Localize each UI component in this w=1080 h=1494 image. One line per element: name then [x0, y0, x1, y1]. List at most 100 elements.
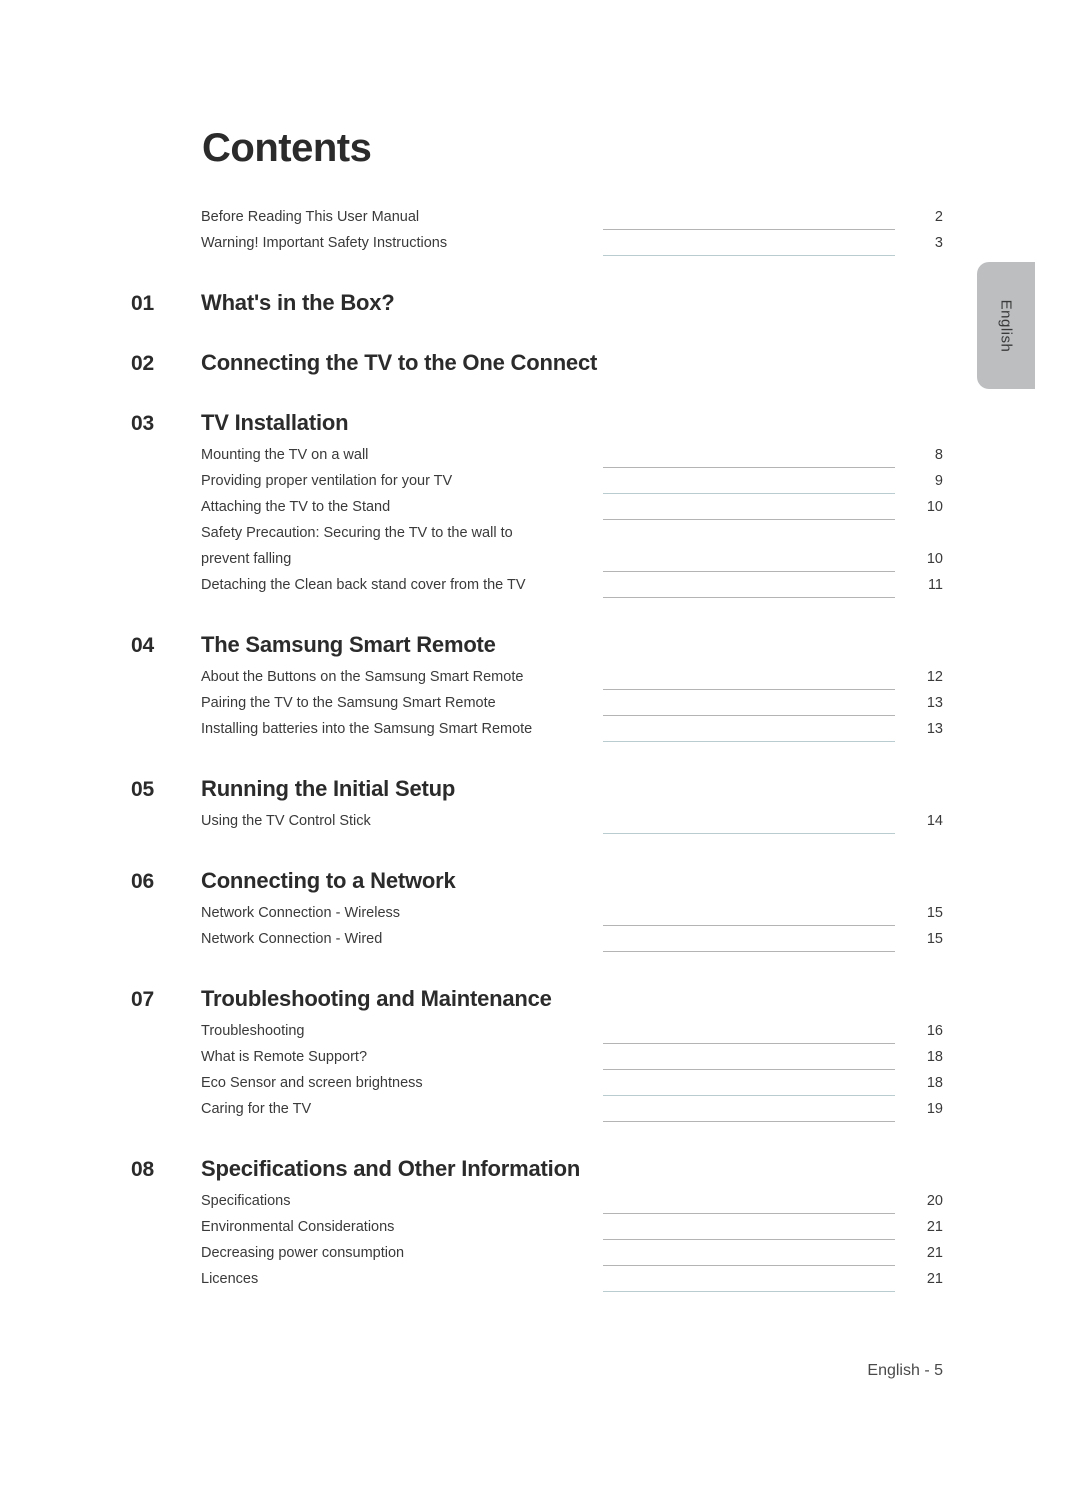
toc-entry[interactable]: prevent falling 10: [201, 546, 943, 572]
toc-entry-leader: [603, 501, 895, 520]
language-side-tab: English: [977, 262, 1035, 389]
toc-entry-page-number: 20: [926, 1193, 943, 1209]
toc-entry-page-number: 12: [926, 669, 943, 685]
toc-chapter-number: 06: [131, 870, 154, 893]
toc-entry[interactable]: Decreasing power consumption 21: [201, 1240, 943, 1266]
toc-chapter-heading[interactable]: 07 Troubleshooting and Maintenance: [131, 986, 943, 1012]
toc-entry[interactable]: Mounting the TV on a wall 8: [201, 442, 943, 468]
toc-entry[interactable]: Pairing the TV to the Samsung Smart Remo…: [201, 690, 943, 716]
toc-chapter-number: 07: [131, 988, 154, 1011]
toc-chapter-heading[interactable]: 01 What's in the Box?: [131, 290, 943, 316]
toc-chapter-number: 08: [131, 1158, 154, 1181]
toc-entry-label: prevent falling: [201, 551, 292, 567]
page-title: Contents: [202, 126, 372, 170]
toc-entry-leader: [603, 1273, 895, 1292]
toc-entry-label: Decreasing power consumption: [201, 1245, 405, 1261]
toc-entry-label: About the Buttons on the Samsung Smart R…: [201, 669, 524, 685]
toc-entry[interactable]: Licences 21: [201, 1266, 943, 1292]
toc-entry[interactable]: Network Connection - Wired 15: [201, 926, 943, 952]
toc-entry-label: Before Reading This User Manual: [201, 209, 420, 225]
toc-chapter-heading[interactable]: 05 Running the Initial Setup: [131, 776, 943, 802]
toc-entry-page-number: 8: [934, 447, 943, 463]
toc-entry-label: Warning! Important Safety Instructions: [201, 235, 448, 251]
toc-entry-leader: [603, 475, 895, 494]
toc-entry[interactable]: Before Reading This User Manual 2: [201, 204, 943, 230]
toc-entry[interactable]: Eco Sensor and screen brightness 18: [201, 1070, 943, 1096]
toc-entry-label: Network Connection - Wired: [201, 931, 383, 947]
toc-entry[interactable]: Warning! Important Safety Instructions 3: [201, 230, 943, 256]
toc-entry-leader: [603, 671, 895, 690]
toc-entry-leader: [603, 237, 895, 256]
toc-entry-label: Providing proper ventilation for your TV: [201, 473, 453, 489]
toc-chapter-group: 03 TV Installation Mounting the TV on a wa…: [131, 410, 943, 598]
toc-entry[interactable]: Environmental Considerations 21: [201, 1214, 943, 1240]
toc-entry-leader: [603, 553, 895, 572]
toc-entry-page-number: 18: [926, 1049, 943, 1065]
toc-entry-leader: [603, 211, 895, 230]
toc-entry-page-number: 21: [926, 1271, 943, 1287]
toc-entry-page-number: 15: [926, 905, 943, 921]
toc-chapter-groups: 01 What's in the Box? 02 Connecting the TV …: [131, 290, 943, 1292]
toc-entry[interactable]: Specifications 20: [201, 1188, 943, 1214]
toc-entry-leader: [603, 723, 895, 742]
toc-chapter-title: Specifications and Other Information: [201, 1156, 581, 1181]
toc-entry-leader: [603, 907, 895, 926]
toc-entry-label: Eco Sensor and screen brightness: [201, 1075, 423, 1091]
toc-entry-label: Mounting the TV on a wall: [201, 447, 369, 463]
toc-entry[interactable]: Providing proper ventilation for your TV…: [201, 468, 943, 494]
toc-entry[interactable]: Using the TV Control Stick 14: [201, 808, 943, 834]
toc-entry-page-number: 19: [926, 1101, 943, 1117]
page-footer: English - 5: [867, 1362, 943, 1379]
toc-entry-leader: [603, 1077, 895, 1096]
toc-entry[interactable]: Network Connection - Wireless 15: [201, 900, 943, 926]
toc-entry-label: Attaching the TV to the Stand: [201, 499, 391, 515]
toc-entry-leader: [603, 815, 895, 834]
toc-chapter-group: 05 Running the Initial Setup Using the TV …: [131, 776, 943, 834]
toc-entry-label: Detaching the Clean back stand cover fro…: [201, 577, 526, 593]
toc-preamble-group: Before Reading This User Manual 2 Warning!…: [131, 204, 943, 256]
toc-chapter-group: 01 What's in the Box?: [131, 290, 943, 316]
toc-entry[interactable]: Attaching the TV to the Stand 10: [201, 494, 943, 520]
toc-chapter-group: 07 Troubleshooting and Maintenance Trouble…: [131, 986, 943, 1122]
language-side-tab-label: English: [997, 299, 1015, 352]
toc-chapter-heading[interactable]: 02 Connecting the TV to the One Connect: [131, 350, 943, 376]
toc-entry-leader: [603, 1221, 895, 1240]
toc-chapter-group: 08 Specifications and Other Information Sp…: [131, 1156, 943, 1292]
toc-chapter-heading[interactable]: 03 TV Installation: [131, 410, 943, 436]
toc-entry-leader: [603, 1103, 895, 1122]
toc-entry-label: Troubleshooting: [201, 1023, 305, 1039]
toc-entry[interactable]: Troubleshooting 16: [201, 1018, 943, 1044]
toc-chapter-heading[interactable]: 08 Specifications and Other Information: [131, 1156, 943, 1182]
toc-entry-leader: [603, 933, 895, 952]
toc-entry-label: Licences: [201, 1271, 259, 1287]
toc-chapter-title: TV Installation: [201, 410, 349, 435]
toc-chapter-heading[interactable]: 04 The Samsung Smart Remote: [131, 632, 943, 658]
toc-entry-page-number: 14: [926, 813, 943, 829]
toc-entry-label: Specifications: [201, 1193, 291, 1209]
toc-entry[interactable]: About the Buttons on the Samsung Smart R…: [201, 664, 943, 690]
toc-entry-leader: [603, 449, 895, 468]
toc-entry[interactable]: Installing batteries into the Samsung Sm…: [201, 716, 943, 742]
toc-entry-leader: [603, 697, 895, 716]
toc-chapter-heading[interactable]: 06 Connecting to a Network: [131, 868, 943, 894]
toc-entry-leader: [603, 1025, 895, 1044]
toc-entry-page-number: 3: [934, 235, 943, 251]
toc-chapter-number: 03: [131, 412, 154, 435]
toc-chapter-title: What's in the Box?: [201, 290, 395, 315]
toc-entry[interactable]: What is Remote Support? 18: [201, 1044, 943, 1070]
toc-entry[interactable]: Caring for the TV 19: [201, 1096, 943, 1122]
toc-entry-page-number: 15: [926, 931, 943, 947]
toc-chapter-number: 04: [131, 634, 154, 657]
toc-entry-page-number: 11: [927, 577, 943, 593]
toc-entry-page-number: 10: [926, 551, 943, 567]
toc-entry[interactable]: Detaching the Clean back stand cover fro…: [201, 572, 943, 598]
toc-entry-label: Using the TV Control Stick: [201, 813, 371, 829]
toc-chapter-group: 04 The Samsung Smart Remote About the Butt…: [131, 632, 943, 742]
toc-chapter-group: 06 Connecting to a Network Network Connect…: [131, 868, 943, 952]
toc-entry-leader: [603, 1051, 895, 1070]
toc-entry-label: What is Remote Support?: [201, 1049, 368, 1065]
toc-entry[interactable]: Safety Precaution: Securing the TV to th…: [201, 520, 943, 546]
toc-entry-page-number: 21: [926, 1219, 943, 1235]
toc-entry-label: Installing batteries into the Samsung Sm…: [201, 721, 533, 737]
toc-entry-leader: [603, 527, 895, 546]
